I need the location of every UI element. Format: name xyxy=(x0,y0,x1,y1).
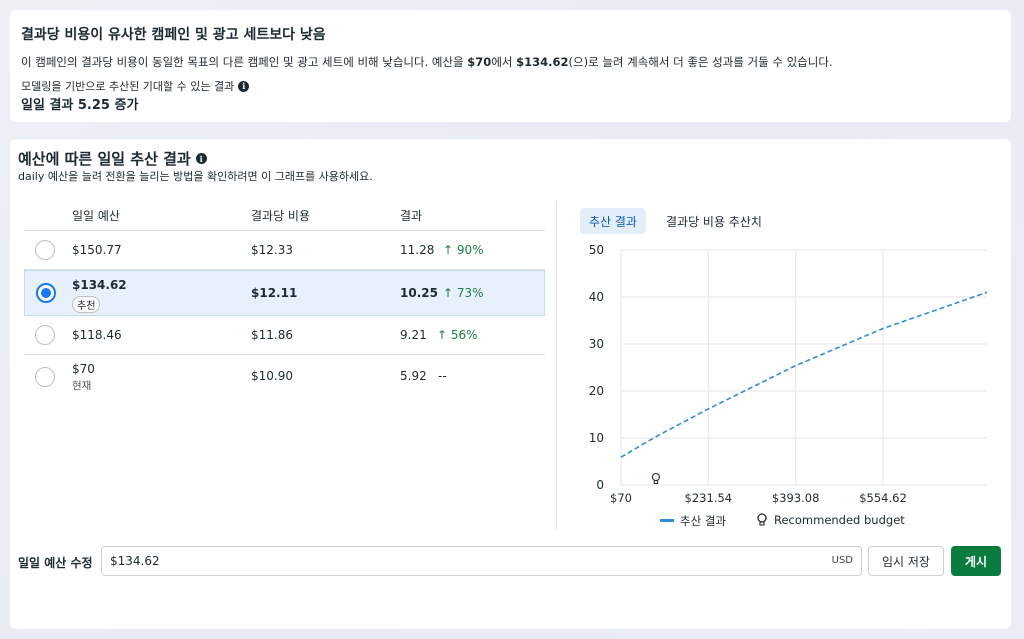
estimate-chart: 0 10 20 30 40 50 $70 $231.54 $393.08 $554.62 xyxy=(589,243,988,505)
x-tick-label: $70 xyxy=(610,491,632,505)
budget-input-value[interactable]: $134.62 xyxy=(110,554,160,568)
table-row[interactable]: $118.46 $11.86 9.21 ↑ 56% xyxy=(24,316,545,355)
recommendation-description: 이 캠페인의 결과당 비용이 동일한 목표의 다른 캠페인 및 광고 세트에 비… xyxy=(21,55,833,69)
daily-increase: 일일 결과 5.25 증가 xyxy=(21,98,139,113)
legend-marker-label: Recommended budget xyxy=(774,513,905,527)
legend-marker: Recommended budget xyxy=(756,513,905,527)
tab-estimated-results[interactable]: 추산 결과 xyxy=(580,208,646,234)
table-header: 일일 예산 결과당 비용 결과 xyxy=(24,199,545,231)
save-draft-button[interactable]: 임시 저장 xyxy=(868,546,944,576)
recommended-budget-marker xyxy=(651,472,660,484)
x-tick-label: $554.62 xyxy=(859,491,907,505)
row-results: 10.25 xyxy=(400,286,438,300)
row-change: ↑ 56% xyxy=(437,328,478,342)
radio-button[interactable] xyxy=(35,240,55,260)
y-tick-label: 40 xyxy=(589,290,604,304)
table-row[interactable]: $150.77 $12.33 11.28 ↑ 90% xyxy=(24,231,545,270)
row-results: 11.28 xyxy=(400,243,435,257)
row-budget: $134.62 xyxy=(72,278,127,292)
y-tick-label: 10 xyxy=(589,431,604,445)
y-tick-label: 30 xyxy=(589,337,604,351)
series-line xyxy=(620,291,988,458)
edit-budget-label: 일일 예산 수정 xyxy=(18,556,93,570)
radio-button-selected[interactable] xyxy=(36,283,56,303)
current-budget-value: $70 xyxy=(467,55,492,69)
row-change: ↑ 90% xyxy=(443,243,484,257)
daily-budget-input[interactable]: $134.62 USD xyxy=(101,546,862,576)
row-change: ↑ 73% xyxy=(443,286,484,300)
radio-button[interactable] xyxy=(35,367,55,387)
row-cost: $12.33 xyxy=(251,243,293,257)
publish-button[interactable]: 게시 xyxy=(951,546,1001,576)
row-results: 5.92 xyxy=(400,369,427,383)
row-budget: $118.46 xyxy=(72,328,122,342)
recommended-budget-value: $134.62 xyxy=(516,55,569,69)
legend-series-label: 추산 결과 xyxy=(680,514,726,528)
header-results: 결과 xyxy=(400,209,423,223)
recommendation-title: 결과당 비용이 유사한 캠페인 및 광고 세트보다 낮음 xyxy=(21,27,326,43)
lightbulb-base xyxy=(653,480,659,484)
row-cost: $10.90 xyxy=(251,369,293,383)
row-change: -- xyxy=(438,369,447,383)
info-icon[interactable]: i xyxy=(195,153,207,164)
table-row[interactable]: $70 현재 $10.90 5.92 -- xyxy=(24,355,545,401)
x-tick-label: $393.08 xyxy=(772,491,820,505)
y-tick-label: 0 xyxy=(596,478,604,492)
recommended-badge-wrap: 추천 xyxy=(72,294,101,313)
header-daily-budget: 일일 예산 xyxy=(72,209,120,223)
legend-line-icon xyxy=(660,519,674,522)
currency-label: USD xyxy=(831,555,853,566)
info-icon[interactable]: i xyxy=(238,80,250,92)
row-budget: $150.77 xyxy=(72,243,122,257)
recommended-badge: 추천 xyxy=(72,296,101,313)
section-title: 예산에 따른 일일 추산 결과 i xyxy=(18,148,207,169)
row-results: 9.21 xyxy=(400,328,427,342)
recommendation-card: 결과당 비용이 유사한 캠페인 및 광고 세트보다 낮음 이 캠페인의 결과당 … xyxy=(10,10,1011,122)
lightbulb-icon xyxy=(757,513,767,526)
table-row-selected[interactable]: $134.62 추천 $12.11 10.25 ↑ 73% xyxy=(24,270,545,316)
y-tick-label: 20 xyxy=(589,384,604,398)
radio-button[interactable] xyxy=(35,325,55,345)
budget-estimate-card: 예산에 따른 일일 추산 결과 i daily 예산을 늘려 전환을 늘리는 방… xyxy=(10,139,1011,629)
row-budget: $70 xyxy=(72,362,95,376)
model-note: 모델링을 기반으로 추산된 기대할 수 있는 결과 i xyxy=(21,78,250,94)
x-tick-label: $231.54 xyxy=(685,491,733,505)
row-cost: $12.11 xyxy=(251,286,298,300)
y-tick-label: 50 xyxy=(589,243,604,257)
section-subtitle: daily 예산을 늘려 전환을 늘리는 방법을 확인하려면 이 그래프를 사용… xyxy=(18,170,373,183)
row-cost: $11.86 xyxy=(251,328,293,342)
legend-series: 추산 결과 xyxy=(660,513,726,529)
budget-table: 일일 예산 결과당 비용 결과 $150.77 $12.33 11.28 ↑ 9… xyxy=(24,199,545,401)
tab-cost-per-result-estimate[interactable]: 결과당 비용 추산치 xyxy=(657,208,771,234)
current-tag: 현재 xyxy=(72,380,92,392)
header-cost-per-result: 결과당 비용 xyxy=(251,209,311,223)
lightbulb-icon xyxy=(651,472,660,482)
divider xyxy=(556,201,557,529)
